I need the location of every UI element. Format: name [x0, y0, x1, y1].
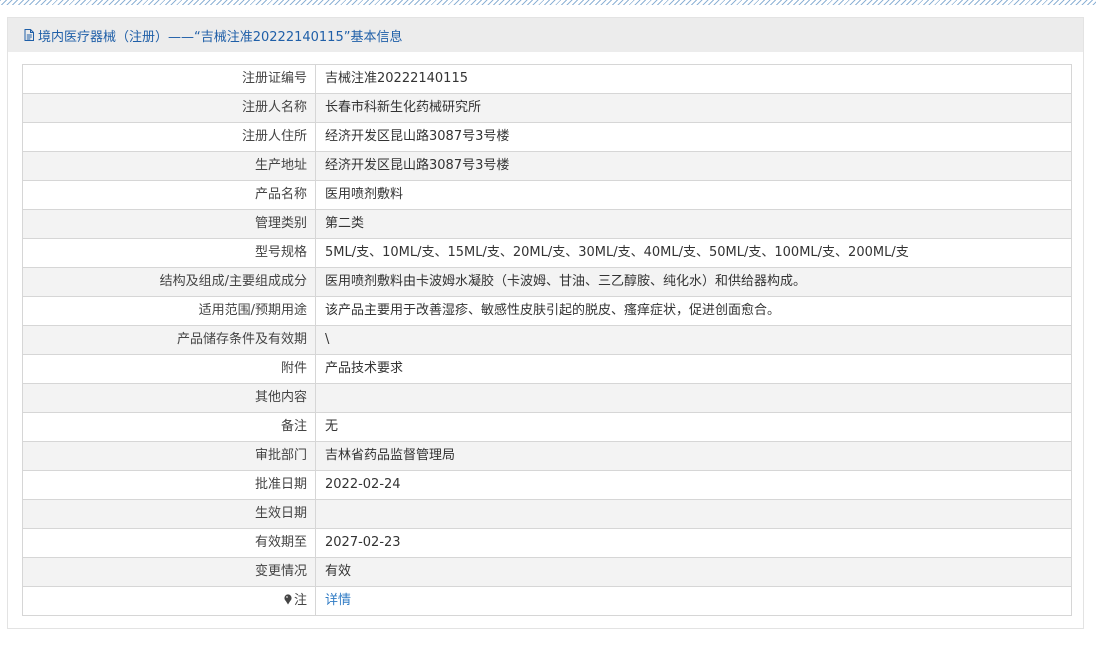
info-table: 注册证编号 吉械注准20222140115 注册人名称 长春市科新生化药械研究所 注… [22, 64, 1072, 616]
table-row: 结构及组成/主要组成成分 医用喷剂敷料由卡波姆水凝胶（卡波姆、甘油、三乙醇胺、纯化… [22, 267, 1072, 297]
row-value: 无 [315, 412, 1072, 442]
table-row: 有效期至 2027-02-23 [22, 528, 1072, 558]
row-value: 长春市科新生化药械研究所 [315, 93, 1072, 123]
row-value: 5ML/支、10ML/支、15ML/支、20ML/支、30ML/支、40ML/支… [315, 238, 1072, 268]
details-link[interactable]: 详情 [325, 593, 351, 608]
note-label-cell: 注 [22, 586, 316, 616]
row-value: 吉林省药品监督管理局 [315, 441, 1072, 471]
row-label: 有效期至 [22, 528, 316, 558]
row-value: 产品技术要求 [315, 354, 1072, 384]
table-row: 注册人名称 长春市科新生化药械研究所 [22, 93, 1072, 123]
row-label: 适用范围/预期用途 [22, 296, 316, 326]
row-label: 生效日期 [22, 499, 316, 529]
row-label: 附件 [22, 354, 316, 384]
location-pin-icon [283, 588, 293, 605]
row-value: 医用喷剂敷料由卡波姆水凝胶（卡波姆、甘油、三乙醇胺、纯化水）和供给器构成。 [315, 267, 1072, 297]
row-value: 有效 [315, 557, 1072, 587]
row-value: 该产品主要用于改善湿疹、敏感性皮肤引起的脱皮、瘙痒症状，促进创面愈合。 [315, 296, 1072, 326]
row-value [315, 499, 1072, 529]
document-icon [22, 28, 36, 42]
table-row: 注册人住所 经济开发区昆山路3087号3号楼 [22, 122, 1072, 152]
table-row: 型号规格 5ML/支、10ML/支、15ML/支、20ML/支、30ML/支、40… [22, 238, 1072, 268]
table-row: 生效日期 [22, 499, 1072, 529]
table-row: 其他内容 [22, 383, 1072, 413]
top-dashed-border [0, 0, 1096, 5]
table-row: 备注无 [22, 412, 1072, 442]
table-row: 变更情况 有效 [22, 557, 1072, 587]
table-row: 附件 产品技术要求 [22, 354, 1072, 384]
table-row: 管理类别 第二类 [22, 209, 1072, 239]
note-value-cell: 详情 [315, 586, 1072, 616]
row-label: 注册人名称 [22, 93, 316, 123]
row-label: 产品名称 [22, 180, 316, 210]
row-label: 备注 [22, 412, 316, 442]
info-panel: 境内医疗器械（注册）——“吉械注准20222140115”基本信息 注册证编号吉… [7, 17, 1084, 629]
row-value: 2027-02-23 [315, 528, 1072, 558]
table-row: 适用范围/预期用途 该产品主要用于改善湿疹、敏感性皮肤引起的脱皮、瘙痒症状，促进创… [22, 296, 1072, 326]
row-value: 经济开发区昆山路3087号3号楼 [315, 151, 1072, 181]
row-label: 批准日期 [22, 470, 316, 500]
row-label: 注册证编号 [22, 64, 316, 94]
row-label: 型号规格 [22, 238, 316, 268]
note-label: 注 [293, 593, 307, 608]
row-label: 生产地址 [22, 151, 316, 181]
row-value: 医用喷剂敷料 [315, 180, 1072, 210]
row-label: 其他内容 [22, 383, 316, 413]
panel-header: 境内医疗器械（注册）——“吉械注准20222140115”基本信息 [8, 18, 1083, 52]
row-label: 变更情况 [22, 557, 316, 587]
table-row: 审批部门 吉林省药品监督管理局 [22, 441, 1072, 471]
table-row: 批准日期 2022-02-24 [22, 470, 1072, 500]
row-value [315, 383, 1072, 413]
table-row: 生产地址 经济开发区昆山路3087号3号楼 [22, 151, 1072, 181]
row-value: \ [315, 325, 1072, 355]
row-value: 经济开发区昆山路3087号3号楼 [315, 122, 1072, 152]
row-label: 结构及组成/主要组成成分 [22, 267, 316, 297]
note-row: 注 详情 [22, 586, 1072, 616]
row-label: 管理类别 [22, 209, 316, 239]
row-label: 审批部门 [22, 441, 316, 471]
table-row: 注册证编号 吉械注准20222140115 [22, 64, 1072, 94]
row-label: 产品储存条件及有效期 [22, 325, 316, 355]
row-label: 注册人住所 [22, 122, 316, 152]
table-row: 产品储存条件及有效期 \ [22, 325, 1072, 355]
row-value: 吉械注准20222140115 [315, 64, 1072, 94]
page-title: 境内医疗器械（注册）——“吉械注准20222140115”基本信息 [38, 29, 403, 45]
row-value: 第二类 [315, 209, 1072, 239]
row-value: 2022-02-24 [315, 470, 1072, 500]
table-row: 产品名称 医用喷剂敷料 [22, 180, 1072, 210]
